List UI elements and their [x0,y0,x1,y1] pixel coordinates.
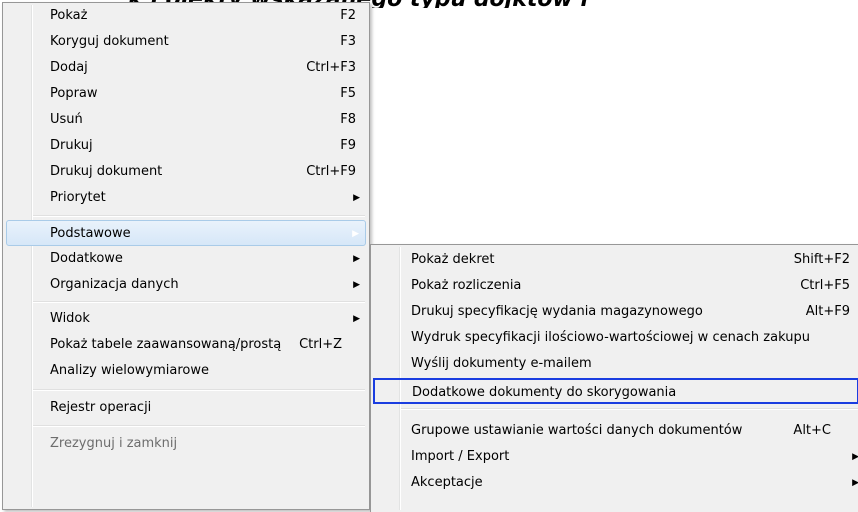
menu-item-label: Dodatkowe dokumenty do skorygowania [412,385,677,400]
menu-item-zrezygnuj-i-zamknij[interactable]: Zrezygnuj i zamknij [6,431,366,457]
menu-item-shortcut: F3 [340,34,356,49]
menu-item-drukuj-dokument[interactable]: Drukuj dokument Ctrl+F9 [6,159,366,185]
menu-item-shortcut: Alt+C [793,423,831,438]
menu-item-label: Zrezygnuj i zamknij [50,436,178,451]
menu-item-shortcut: F5 [340,86,356,101]
submenu-podstawowe: Pokaż dekret Shift+F2 Pokaż rozliczenia … [370,244,858,512]
menu-item-label: Drukuj dokument [50,164,163,179]
submenu-item-wydruk-specyfikacji[interactable]: Wydruk specyfikacji ilościowo-wartościow… [374,325,858,351]
menu-separator [401,408,858,410]
menu-item-usun[interactable]: Usuń F8 [6,107,366,133]
submenu-item-wyslij-dokumenty[interactable]: Wyślij dokumenty e-mailem [374,351,858,377]
menu-item-label: Import / Export [411,449,510,464]
submenu-arrow-icon: ▶ [352,229,359,239]
menu-item-pokaz-tabele[interactable]: Pokaż tabele zaawansowaną/prostą Ctrl+Z [6,332,366,358]
menu-item-shortcut: Shift+F2 [793,252,850,267]
menu-item-label: Organizacja danych [50,277,179,292]
submenu-item-import-export[interactable]: Import / Export ▶ [374,444,858,470]
submenu-item-pokaz-rozliczenia[interactable]: Pokaż rozliczenia Ctrl+F5 [374,273,858,299]
submenu-arrow-icon: ▶ [353,280,360,290]
menu-item-label: Koryguj dokument [50,34,169,49]
menu-item-label: Analizy wielowymiarowe [50,363,209,378]
menu-item-koryguj-dokument[interactable]: Koryguj dokument F3 [6,29,366,55]
menu-item-label: Akceptacje [411,475,483,490]
submenu-arrow-icon: ▶ [353,254,360,264]
menu-item-dodaj[interactable]: Dodaj Ctrl+F3 [6,55,366,81]
menu-item-label: Widok [50,311,90,326]
menu-item-priorytet[interactable]: Priorytet ▶ [6,185,366,211]
menu-item-shortcut: F8 [340,112,356,127]
submenu-arrow-icon: ▶ [852,452,858,462]
menu-item-podstawowe[interactable]: Podstawowe ▶ [6,220,366,246]
menu-item-widok[interactable]: Widok ▶ [6,306,366,332]
menu-item-label: Dodaj [50,60,88,75]
menu-item-shortcut: F9 [340,138,356,153]
menu-item-label: Drukuj [50,138,93,153]
menu-item-label: Wyślij dokumenty e-mailem [411,356,592,371]
menu-item-label: Priorytet [50,190,106,205]
submenu-arrow-icon: ▶ [852,478,858,488]
menu-item-label: Podstawowe [50,226,131,241]
menu-item-shortcut: Ctrl+F5 [800,278,850,293]
submenu-item-drukuj-specyfikacje[interactable]: Drukuj specyfikację wydania magazynowego… [374,299,858,325]
menu-item-label: Grupowe ustawianie wartości danych dokum… [411,423,743,438]
menu-item-label: Pokaż dekret [411,252,495,267]
menu-item-label: Pokaż [50,8,88,23]
menu-item-label: Drukuj specyfikację wydania magazynowego [411,304,703,319]
menu-item-popraw[interactable]: Popraw F5 [6,81,366,107]
menu-item-drukuj[interactable]: Drukuj F9 [6,133,366,159]
menu-separator [33,301,365,303]
menu-item-shortcut: Ctrl+Z [299,337,342,352]
submenu-item-grupowe-ustawianie[interactable]: Grupowe ustawianie wartości danych dokum… [374,418,858,444]
menu-item-label: Pokaż tabele zaawansowaną/prostą [50,337,282,352]
menu-item-rejestr-operacji[interactable]: Rejestr operacji [6,395,366,421]
menu-item-label: Dodatkowe [50,251,123,266]
menu-item-label: Usuń [50,112,83,127]
menu-item-pokaz[interactable]: Pokaż F2 [6,3,366,29]
menu-item-label: Popraw [50,86,98,101]
menu-item-analizy-wielowymiarowe[interactable]: Analizy wielowymiarowe [6,358,366,384]
menu-item-organizacja-danych[interactable]: Organizacja danych ▶ [6,272,366,298]
menu-item-shortcut: Alt+F9 [805,304,850,319]
submenu-arrow-icon: ▶ [353,193,360,203]
menu-item-shortcut: Ctrl+F3 [306,60,356,75]
submenu-item-dodatkowe-dokumenty[interactable]: Dodatkowe dokumenty do skorygowania [373,378,858,404]
menu-item-label: Rejestr operacji [50,400,152,415]
submenu-item-pokaz-dekret[interactable]: Pokaż dekret Shift+F2 [374,247,858,273]
menu-item-label: Wydruk specyfikacji ilościowo-wartościow… [411,330,810,345]
menu-separator [33,389,365,391]
menu-item-dodatkowe[interactable]: Dodatkowe ▶ [6,246,366,272]
menu-separator [33,425,365,427]
menu-item-label: Pokaż rozliczenia [411,278,522,293]
context-menu: Pokaż F2 Koryguj dokument F3 Dodaj Ctrl+… [2,2,370,510]
menu-item-shortcut: F2 [340,8,356,23]
submenu-arrow-icon: ▶ [353,314,360,324]
submenu-item-akceptacje[interactable]: Akceptacje ▶ [374,470,858,496]
menu-separator [33,215,365,217]
menu-item-shortcut: Ctrl+F9 [306,164,356,179]
